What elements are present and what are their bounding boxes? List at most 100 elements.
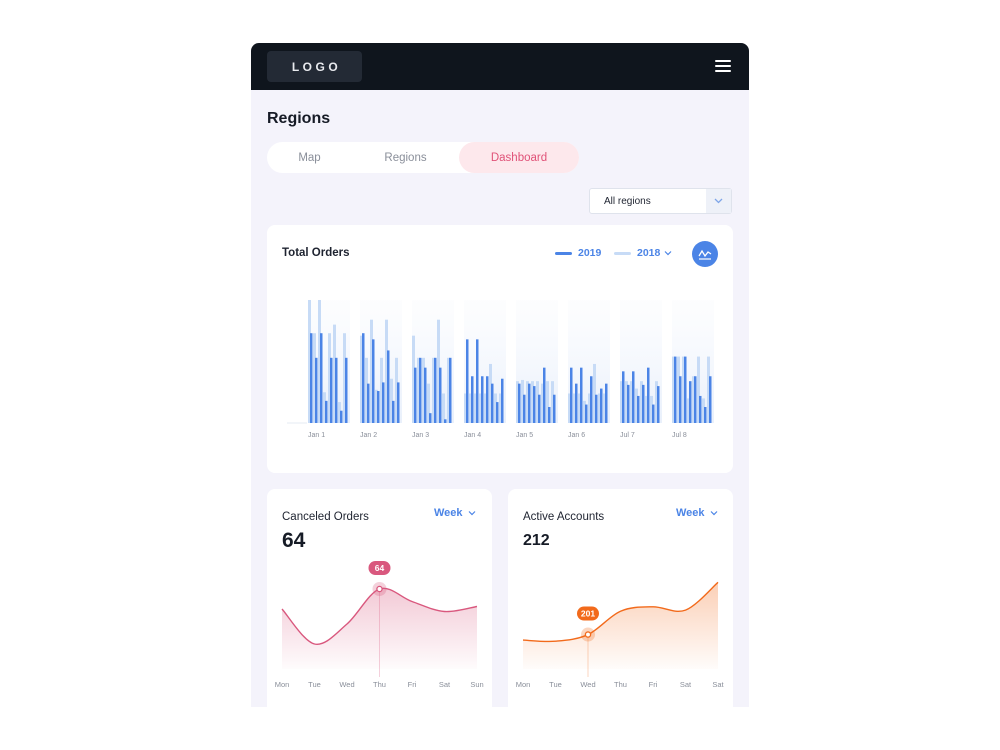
- active-accounts-card: Active Accounts Week 212 201 Mon Tue Wed Thu…: [508, 489, 733, 707]
- bar-2019: [340, 410, 343, 423]
- bar-2019: [320, 333, 323, 423]
- active-day-label: Sat: [712, 680, 724, 689]
- bar-2019: [481, 376, 484, 423]
- bar-2019: [486, 376, 489, 423]
- active-accounts-value: 212: [523, 532, 550, 549]
- page-title: Regions: [267, 110, 331, 127]
- bar-2018: [442, 393, 445, 423]
- bar-2019: [382, 382, 385, 423]
- active-day-label: Thu: [614, 680, 627, 689]
- bar-2019: [387, 350, 390, 423]
- bar-2019: [424, 367, 427, 423]
- chevron-down-icon: [468, 511, 475, 516]
- line-chart-icon[interactable]: [692, 241, 718, 267]
- x-tick-label: Jan 4: [464, 432, 481, 439]
- bar-2019: [600, 388, 603, 423]
- canceled-day-label: Fri: [408, 680, 417, 689]
- x-tick-label: Jan 3: [412, 432, 429, 439]
- bar-2019: [315, 357, 318, 423]
- bar-2019: [679, 376, 682, 423]
- bar-2019: [466, 339, 469, 423]
- bar-2019: [528, 383, 531, 423]
- canceled-day-label: Sun: [470, 680, 483, 689]
- bar-2019: [372, 339, 375, 423]
- active-tooltip-text: 201: [581, 609, 595, 619]
- bar-2019: [367, 383, 370, 423]
- bar-2019: [449, 357, 452, 423]
- active-day-label: Sat: [680, 680, 692, 689]
- tab-map[interactable]: Map: [267, 142, 352, 173]
- legend-swatch-2018: [614, 251, 631, 255]
- hamburger-menu-icon[interactable]: [715, 60, 731, 73]
- bar-2019: [533, 386, 536, 423]
- chevron-down-icon: [706, 189, 731, 213]
- bar-2019: [392, 400, 395, 423]
- bar-2019: [622, 371, 625, 423]
- legend-2018[interactable]: 2018: [614, 247, 672, 259]
- bar-2019: [709, 376, 712, 423]
- total-orders-bar-chart: Jan 1 Jan 2 Jan 3 Jan 4 Jan 5 Jan 6 Jul 7 Jul 8: [287, 300, 714, 439]
- legend-2019[interactable]: 2019: [555, 247, 601, 259]
- bar-2019: [444, 419, 447, 423]
- x-tick-label: Jan 5: [516, 432, 533, 439]
- tab-bar: Map Regions Dashboard: [267, 142, 579, 173]
- canceled-period-select[interactable]: Week: [434, 507, 476, 519]
- chevron-down-icon: [664, 251, 672, 256]
- active-accounts-title: Active Accounts: [523, 511, 605, 523]
- active-day-label: Tue: [549, 680, 562, 689]
- bar-2019: [585, 404, 588, 423]
- canceled-tooltip-text: 64: [375, 563, 385, 573]
- bar-2019: [325, 400, 328, 423]
- tab-dashboard[interactable]: Dashboard: [459, 142, 579, 173]
- x-tick-label: Jan 6: [568, 432, 585, 439]
- bar-2019: [523, 394, 526, 423]
- bar-2019: [476, 339, 479, 423]
- active-day-label: Fri: [649, 680, 658, 689]
- canceled-orders-title: Canceled Orders: [282, 511, 369, 523]
- bar-2019: [419, 357, 422, 423]
- region-select[interactable]: All regions: [589, 188, 732, 214]
- bar-2019: [414, 367, 417, 423]
- tab-regions[interactable]: Regions: [363, 142, 448, 173]
- active-highlight-point: [584, 631, 592, 638]
- canceled-period-label: Week: [434, 507, 463, 519]
- bar-2019: [491, 383, 494, 423]
- bar-2019: [362, 333, 365, 423]
- bar-2019: [699, 395, 702, 423]
- bar-2019: [689, 381, 692, 423]
- bar-2019: [694, 376, 697, 423]
- bar-2019: [330, 357, 333, 423]
- bar-2019: [657, 386, 660, 423]
- bar-2019: [377, 391, 380, 423]
- bar-2019: [595, 394, 598, 423]
- logo[interactable]: LOGO: [267, 51, 362, 82]
- bar-2019: [652, 404, 655, 423]
- canceled-day-label: Wed: [339, 680, 354, 689]
- bar-2019: [496, 402, 499, 423]
- bar-2019: [647, 367, 650, 423]
- x-tick-label: Jul 7: [620, 432, 635, 439]
- chevron-down-icon: [710, 511, 717, 516]
- x-tick-label: Jan 2: [360, 432, 377, 439]
- total-orders-title: Total Orders: [282, 247, 350, 259]
- region-select-value: All regions: [604, 196, 651, 207]
- active-day-label: Mon: [516, 680, 531, 689]
- bar-2019: [439, 367, 442, 423]
- total-orders-card: Total Orders 2019 2018 Jan 1 Jan 2 Jan 3 Ja…: [267, 225, 733, 473]
- legend-label-2019: 2019: [578, 247, 602, 259]
- active-period-select[interactable]: Week: [676, 507, 718, 519]
- bar-2019: [684, 356, 687, 423]
- canceled-day-label: Thu: [373, 680, 386, 689]
- bar-2019: [429, 413, 432, 423]
- bar-2019: [543, 367, 546, 423]
- canceled-day-label: Mon: [275, 680, 290, 689]
- canceled-day-label: Sat: [439, 680, 451, 689]
- canceled-highlight-point: [376, 585, 383, 593]
- bar-2019: [674, 356, 677, 423]
- bar-2019: [704, 407, 707, 423]
- bar-2019: [548, 407, 551, 423]
- canceled-orders-area-chart: 64 Mon Tue Wed Thu Fri Sat Sun: [275, 561, 484, 689]
- bar-2019: [471, 376, 474, 423]
- bar-2019: [553, 394, 556, 423]
- bar-2019: [434, 357, 437, 423]
